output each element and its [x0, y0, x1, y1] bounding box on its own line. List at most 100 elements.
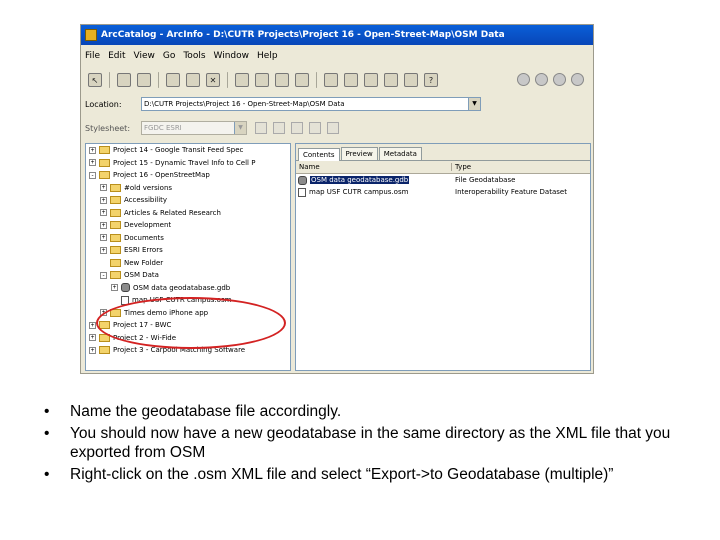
expand-icon[interactable]: +: [111, 284, 118, 292]
zoom-in-icon[interactable]: [517, 73, 530, 86]
tree-item[interactable]: + Project 15 - Dynamic Travel Info to Cel…: [86, 157, 290, 170]
tree-item[interactable]: + #old versions: [86, 182, 290, 195]
tab-contents[interactable]: Contents: [298, 148, 340, 161]
tree-item[interactable]: - Project 16 - OpenStreetMap: [86, 169, 290, 182]
menu-tools[interactable]: Tools: [179, 51, 209, 61]
tree-item[interactable]: + Project 14 - Google Transit Feed Spec: [86, 144, 290, 157]
arccatalog-screenshot: ArcCatalog - ArcInfo - D:\CUTR Projects\…: [80, 24, 594, 374]
model-builder-icon[interactable]: [404, 73, 418, 87]
expand-icon[interactable]: +: [89, 321, 96, 329]
full-extent-icon[interactable]: [571, 73, 584, 86]
contents-row[interactable]: map USF CUTR campus.osm Interoperability …: [296, 186, 590, 198]
expand-icon[interactable]: +: [100, 209, 107, 217]
thumbnails-icon[interactable]: [295, 73, 309, 87]
tree-item-label: Accessibility: [124, 196, 168, 205]
menu-help[interactable]: Help: [253, 51, 282, 61]
whats-this-help-icon[interactable]: ?: [424, 73, 438, 87]
connect-folder-icon[interactable]: [117, 73, 131, 87]
tree-item-label: Project 14 - Google Transit Feed Spec: [113, 146, 244, 155]
menu-bar: File Edit View Go Tools Window Help: [81, 47, 593, 65]
menu-view[interactable]: View: [130, 51, 159, 61]
command-line-icon[interactable]: [384, 73, 398, 87]
collapse-icon[interactable]: -: [100, 271, 107, 279]
contents-name: OSM data geodatabase.gdb: [310, 176, 410, 184]
menu-file[interactable]: File: [81, 51, 104, 61]
tree-item-label: #old versions: [124, 183, 173, 192]
expand-icon[interactable]: +: [100, 309, 107, 317]
contents-name: map USF CUTR campus.osm: [309, 188, 409, 196]
contents-column-header: Name Type: [296, 161, 590, 174]
contents-panel: Contents Preview Metadata Name Type OSM …: [295, 143, 591, 371]
export-metadata-icon[interactable]: [327, 122, 339, 134]
chevron-down-icon[interactable]: ▼: [468, 98, 480, 110]
metadata-properties-icon[interactable]: [273, 122, 285, 134]
toolbar-separator: [227, 72, 228, 88]
tree-item-label: Project 17 - BWC: [113, 321, 172, 330]
import-metadata-icon[interactable]: [309, 122, 321, 134]
copy-icon[interactable]: [166, 73, 180, 87]
paste-icon[interactable]: [186, 73, 200, 87]
expand-icon[interactable]: +: [89, 334, 96, 342]
folder-icon: [110, 233, 121, 242]
tree-item-label: New Folder: [124, 258, 164, 267]
contents-row[interactable]: OSM data geodatabase.gdb File Geodatabase: [296, 174, 590, 186]
view-tabs: Contents Preview Metadata: [296, 144, 590, 161]
search-icon[interactable]: [344, 73, 358, 87]
disconnect-folder-icon[interactable]: [137, 73, 151, 87]
zoom-out-icon[interactable]: [535, 73, 548, 86]
tree-item[interactable]: - OSM Data: [86, 269, 290, 282]
tree-item[interactable]: + Project 17 - BWC: [86, 319, 290, 332]
tree-item[interactable]: + Documents: [86, 232, 290, 245]
expand-icon[interactable]: +: [100, 246, 107, 254]
pan-icon[interactable]: [553, 73, 566, 86]
folder-icon: [99, 333, 110, 342]
tab-metadata[interactable]: Metadata: [378, 147, 422, 160]
tree-item-label: Development: [124, 221, 172, 230]
arctoolbox-icon[interactable]: [364, 73, 378, 87]
tree-item[interactable]: + ESRI Errors: [86, 244, 290, 257]
tree-item[interactable]: map USF CUTR campus.osm: [86, 294, 290, 307]
list-icon[interactable]: [255, 73, 269, 87]
chevron-down-icon[interactable]: ▼: [234, 122, 246, 134]
stylesheet-select[interactable]: FGDC ESRI ▼: [141, 121, 247, 135]
location-field[interactable]: D:\CUTR Projects\Project 16 - Open-Stree…: [141, 97, 481, 111]
tree-item[interactable]: + Project 2 - Wi-Fide: [86, 332, 290, 345]
expand-icon[interactable]: +: [89, 146, 96, 154]
delete-icon[interactable]: ✕: [206, 73, 220, 87]
window-title: ArcCatalog - ArcInfo - D:\CUTR Projects\…: [101, 30, 505, 40]
up-one-level-icon[interactable]: ↖: [88, 73, 102, 87]
expand-icon[interactable]: +: [100, 196, 107, 204]
collapse-icon[interactable]: -: [89, 171, 96, 179]
expand-icon[interactable]: +: [100, 184, 107, 192]
tree-item[interactable]: + Times demo iPhone app: [86, 307, 290, 320]
tree-item-label: Project 2 - Wi-Fide: [113, 333, 177, 342]
edit-metadata-icon[interactable]: [255, 122, 267, 134]
menu-window[interactable]: Window: [210, 51, 254, 61]
catalog-tree[interactable]: + Project 14 - Google Transit Feed Spec + P…: [85, 143, 291, 371]
expand-icon[interactable]: +: [100, 234, 107, 242]
expand-icon[interactable]: +: [89, 346, 96, 354]
create-update-metadata-icon[interactable]: [291, 122, 303, 134]
large-icons-icon[interactable]: [235, 73, 249, 87]
tree-item[interactable]: + Articles & Related Research: [86, 207, 290, 220]
contents-list: OSM data geodatabase.gdb File Geodatabase…: [296, 174, 590, 198]
menu-go[interactable]: Go: [159, 51, 179, 61]
details-icon[interactable]: [275, 73, 289, 87]
expand-icon[interactable]: +: [100, 221, 107, 229]
tree-item[interactable]: + Project 3 - Carpool Matching Software: [86, 344, 290, 357]
folder-icon: [99, 171, 110, 180]
menu-edit[interactable]: Edit: [104, 51, 129, 61]
launch-arcmap-icon[interactable]: [324, 73, 338, 87]
tree-item[interactable]: + OSM data geodatabase.gdb: [86, 282, 290, 295]
tab-preview[interactable]: Preview: [340, 147, 378, 160]
geodatabase-icon: [298, 175, 307, 185]
expand-icon[interactable]: +: [89, 159, 96, 167]
column-name[interactable]: Name: [296, 163, 452, 171]
column-type[interactable]: Type: [452, 163, 471, 171]
tree-item[interactable]: + Accessibility: [86, 194, 290, 207]
folder-icon: [110, 208, 121, 217]
tree-item[interactable]: New Folder: [86, 257, 290, 270]
tree-item[interactable]: + Development: [86, 219, 290, 232]
osm-file-icon: [121, 295, 129, 305]
folder-icon: [99, 321, 110, 330]
